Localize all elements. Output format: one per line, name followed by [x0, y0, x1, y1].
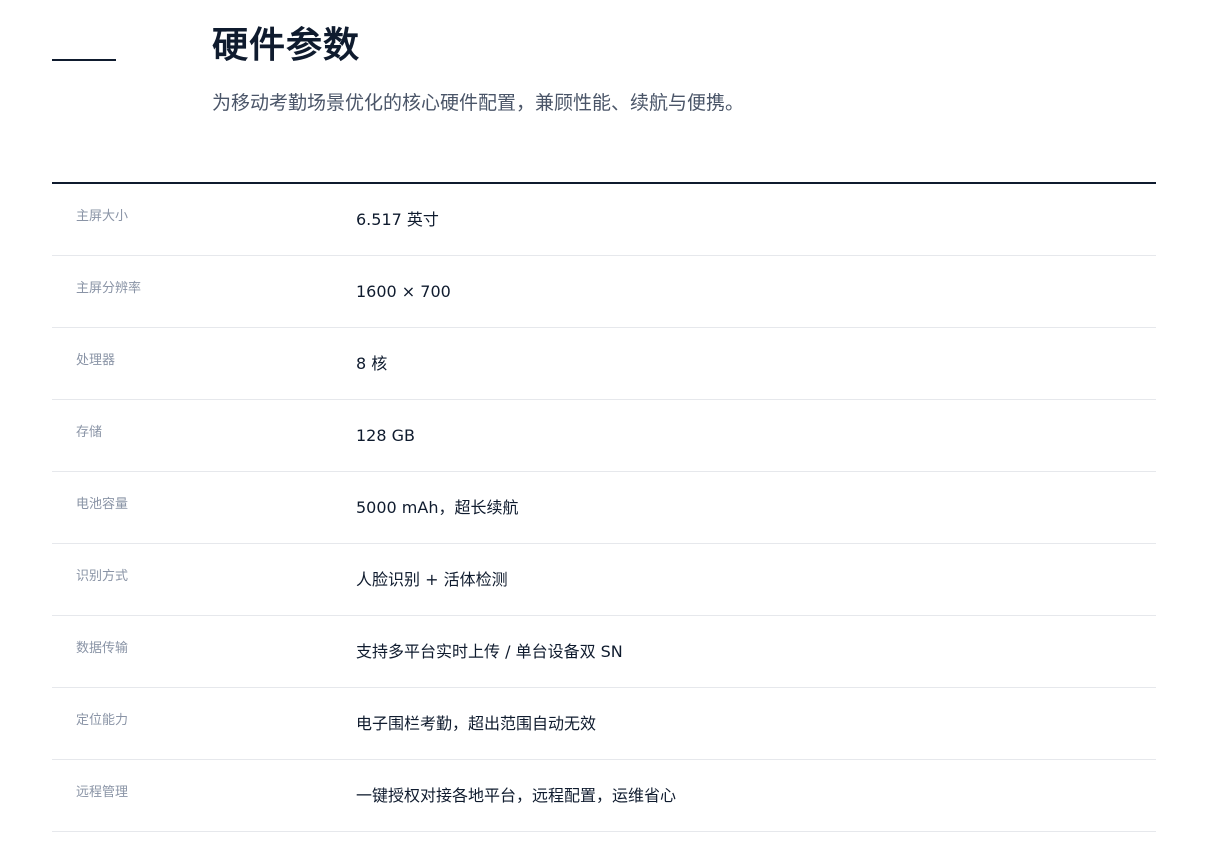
spec-value: 人脸识别 + 活体检测	[356, 570, 508, 589]
spec-row-positioning: 定位能力 电子围栏考勤，超出范围自动无效	[52, 688, 1156, 760]
spec-label: 存储	[76, 425, 103, 440]
spec-table: 主屏大小 6.517 英寸 主屏分辨率 1600 × 700 处理器 8 核 存…	[52, 182, 1156, 832]
spec-value: 支持多平台实时上传 / 单台设备双 SN	[356, 642, 623, 661]
spec-value: 5000 mAh，超长续航	[356, 498, 519, 517]
spec-row-storage: 存储 128 GB	[52, 400, 1156, 472]
spec-label: 主屏大小	[76, 209, 129, 224]
spec-label: 主屏分辨率	[76, 281, 142, 296]
title-accent-line	[52, 59, 116, 61]
spec-label: 远程管理	[76, 785, 129, 800]
spec-row-processor: 处理器 8 核	[52, 328, 1156, 400]
spec-value: 1600 × 700	[356, 282, 451, 301]
spec-value: 一键授权对接各地平台，远程配置，运维省心	[356, 786, 677, 805]
spec-label: 处理器	[76, 353, 116, 368]
spec-row-screen-size: 主屏大小 6.517 英寸	[52, 184, 1156, 256]
spec-row-data-transfer: 数据传输 支持多平台实时上传 / 单台设备双 SN	[52, 616, 1156, 688]
spec-label: 数据传输	[76, 641, 129, 656]
page-subtitle: 为移动考勤场景优化的核心硬件配置，兼顾性能、续航与便携。	[212, 92, 745, 114]
spec-value: 8 核	[356, 354, 388, 373]
section-header: 硬件参数 为移动考勤场景优化的核心硬件配置，兼顾性能、续航与便携。	[212, 24, 744, 116]
spec-row-recognition: 识别方式 人脸识别 + 活体检测	[52, 544, 1156, 616]
spec-label: 定位能力	[76, 713, 129, 728]
spec-row-resolution: 主屏分辨率 1600 × 700	[52, 256, 1156, 328]
spec-value: 6.517 英寸	[356, 210, 439, 229]
spec-value: 电子围栏考勤，超出范围自动无效	[356, 714, 597, 733]
spec-row-remote-management: 远程管理 一键授权对接各地平台，远程配置，运维省心	[52, 760, 1156, 832]
spec-label: 电池容量	[76, 497, 129, 512]
spec-value: 128 GB	[356, 426, 415, 445]
spec-row-battery: 电池容量 5000 mAh，超长续航	[52, 472, 1156, 544]
spec-label: 识别方式	[76, 569, 129, 584]
page-title: 硬件参数	[212, 25, 361, 66]
